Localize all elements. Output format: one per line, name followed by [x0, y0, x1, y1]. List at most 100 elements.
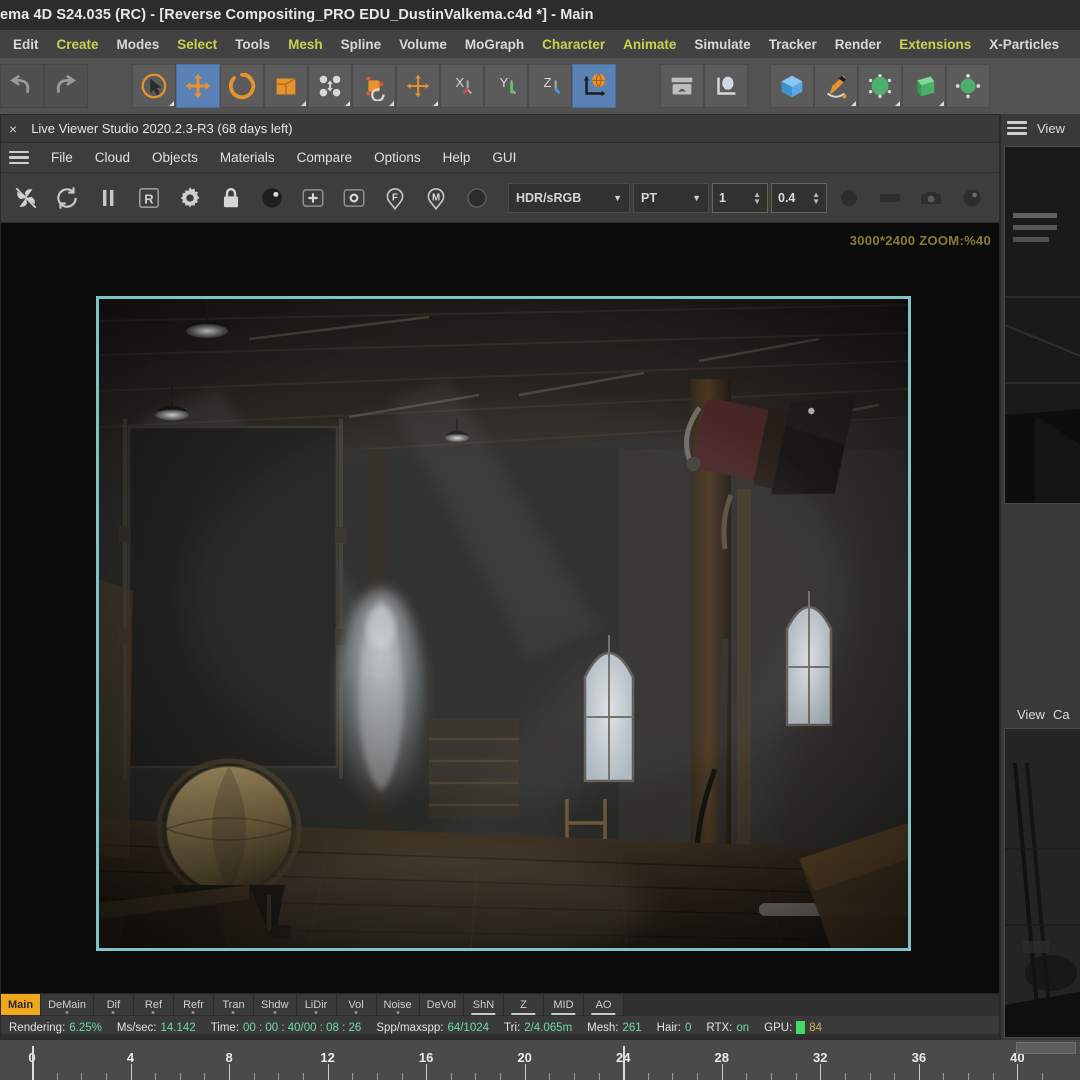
stop-render-icon[interactable]	[7, 179, 45, 217]
channel-tab-devol[interactable]: DeVol	[420, 994, 464, 1015]
channel-tab-tran[interactable]: Tran	[214, 994, 254, 1015]
channel-tab-ref[interactable]: Ref	[134, 994, 174, 1015]
menu-item-spline[interactable]: Spline	[332, 35, 391, 54]
lv-menu-materials[interactable]: Materials	[210, 147, 285, 168]
menu-item-edit[interactable]: Edit	[4, 35, 48, 54]
hamburger-menu-icon[interactable]	[1007, 121, 1027, 135]
channel-tab-ao[interactable]: AO	[584, 994, 624, 1015]
timeline-playhead[interactable]	[623, 1046, 625, 1080]
close-icon[interactable]: ×	[9, 122, 17, 136]
menu-item-tools[interactable]: Tools	[226, 35, 279, 54]
menu-item-render[interactable]: Render	[826, 35, 891, 54]
render-region-icon[interactable]	[704, 64, 748, 108]
menu-item-modes[interactable]: Modes	[108, 35, 169, 54]
menu-item-mograph[interactable]: MoGraph	[456, 35, 533, 54]
timeline-minor-tick	[204, 1073, 205, 1080]
view-menu-bottom[interactable]: View	[1017, 707, 1045, 722]
array-icon[interactable]	[902, 64, 946, 108]
axis-move-icon[interactable]	[396, 64, 440, 108]
pause-render-icon[interactable]	[89, 179, 127, 217]
channel-tab-noise[interactable]: Noise	[377, 994, 420, 1015]
menu-item-tracker[interactable]: Tracker	[760, 35, 826, 54]
cameras-menu-bottom[interactable]: Ca	[1053, 707, 1070, 722]
render-queue-icon[interactable]	[660, 64, 704, 108]
render-mode-select[interactable]: PT ▼	[633, 183, 709, 213]
object-icon[interactable]	[335, 179, 373, 217]
camera-icon[interactable]	[912, 179, 950, 217]
lv-menu-objects[interactable]: Objects	[142, 147, 208, 168]
channel-tab-z[interactable]: Z	[504, 994, 544, 1015]
cube-primitive-icon[interactable]	[770, 64, 814, 108]
view-menu-top[interactable]: View	[1037, 121, 1065, 136]
material-preview-icon[interactable]	[253, 179, 291, 217]
channel-indicator-dot	[273, 1011, 276, 1014]
menu-item-create[interactable]: Create	[48, 35, 108, 54]
channel-tab-mid[interactable]: MID	[544, 994, 584, 1015]
color-space-select[interactable]: HDR/sRGB ▼	[508, 183, 630, 213]
lock-y-axis-icon[interactable]: Y	[484, 64, 528, 108]
timeline-minor-tick	[697, 1073, 698, 1080]
menu-item-character[interactable]: Character	[533, 35, 614, 54]
sphere-icon[interactable]	[830, 179, 868, 217]
channel-tab-lidir[interactable]: LiDir	[297, 994, 337, 1015]
lv-menu-compare[interactable]: Compare	[287, 147, 363, 168]
timeline-bar[interactable]: 0481216202428323640	[0, 1040, 1080, 1080]
stepper-arrows-icon[interactable]: ▲▼	[753, 191, 761, 205]
channel-tab-shdw[interactable]: Shdw	[254, 994, 297, 1015]
lv-menu-cloud[interactable]: Cloud	[85, 147, 140, 168]
channel-tab-vol[interactable]: Vol	[337, 994, 377, 1015]
lv-menu-options[interactable]: Options	[364, 147, 431, 168]
render-viewport[interactable]: 3000*2400 ZOOM:%40	[1, 223, 999, 993]
lv-menu-help[interactable]: Help	[433, 147, 481, 168]
menu-item-animate[interactable]: Animate	[614, 35, 685, 54]
perspective-viewport-bottom[interactable]: Perspective	[1004, 728, 1080, 1038]
redo-icon[interactable]	[44, 64, 88, 108]
pen-spline-icon[interactable]	[814, 64, 858, 108]
undo-icon[interactable]	[0, 64, 44, 108]
timeline-start-marker[interactable]	[32, 1046, 34, 1080]
channel-tab-refr[interactable]: Refr	[174, 994, 214, 1015]
restart-render-icon[interactable]	[48, 179, 86, 217]
focus-picker-icon[interactable]: F	[376, 179, 414, 217]
deformer-icon[interactable]	[946, 64, 990, 108]
stepper-arrows-icon[interactable]: ▲▼	[812, 191, 820, 205]
lv-menu-gui[interactable]: GUI	[482, 147, 526, 168]
rectangle-icon[interactable]	[871, 179, 909, 217]
lock-icon[interactable]	[212, 179, 250, 217]
channel-tab-main[interactable]: Main	[1, 994, 41, 1015]
menu-item-x-particles[interactable]: X-Particles	[980, 35, 1068, 54]
rotate-tool-icon[interactable]	[220, 64, 264, 108]
channel-tab-shn[interactable]: ShN	[464, 994, 504, 1015]
timeline-minor-tick	[402, 1073, 403, 1080]
world-coordinates-icon[interactable]	[572, 64, 616, 108]
scale-tool-icon[interactable]	[264, 64, 308, 108]
timeline-scrollbar[interactable]	[1016, 1042, 1076, 1054]
menu-item-mesh[interactable]: Mesh	[279, 35, 332, 54]
move-tool-icon[interactable]	[176, 64, 220, 108]
lock-x-axis-icon[interactable]: X	[440, 64, 484, 108]
menu-item-extensions[interactable]: Extensions	[890, 35, 980, 54]
gamma-stepper[interactable]: 0.4 ▲▼	[771, 183, 827, 213]
region-render-icon[interactable]: R	[130, 179, 168, 217]
moon-icon[interactable]	[953, 179, 991, 217]
hamburger-menu-icon[interactable]	[9, 151, 29, 165]
live-selection-icon[interactable]	[132, 64, 176, 108]
menu-item-volume[interactable]: Volume	[390, 35, 456, 54]
material-picker-icon[interactable]: M	[417, 179, 455, 217]
timeline-frame-label: 36	[912, 1050, 926, 1065]
magnet-tool-icon[interactable]	[308, 64, 352, 108]
nurbs-icon[interactable]	[858, 64, 902, 108]
lock-z-axis-icon[interactable]: Z	[528, 64, 572, 108]
channel-tab-dif[interactable]: Dif	[94, 994, 134, 1015]
channel-tab-demain[interactable]: DeMain	[41, 994, 94, 1015]
settings-gear-icon[interactable]	[171, 179, 209, 217]
menu-item-simulate[interactable]: Simulate	[685, 35, 759, 54]
timeline-minor-tick	[81, 1073, 82, 1080]
lv-menu-file[interactable]: File	[41, 147, 83, 168]
menu-item-select[interactable]: Select	[168, 35, 226, 54]
add-icon[interactable]	[294, 179, 332, 217]
sphere-preview-icon[interactable]	[458, 179, 496, 217]
workplane-icon[interactable]	[352, 64, 396, 108]
exposure-stepper[interactable]: 1 ▲▼	[712, 183, 768, 213]
perspective-viewport-top[interactable]: Perspective	[1004, 146, 1080, 504]
